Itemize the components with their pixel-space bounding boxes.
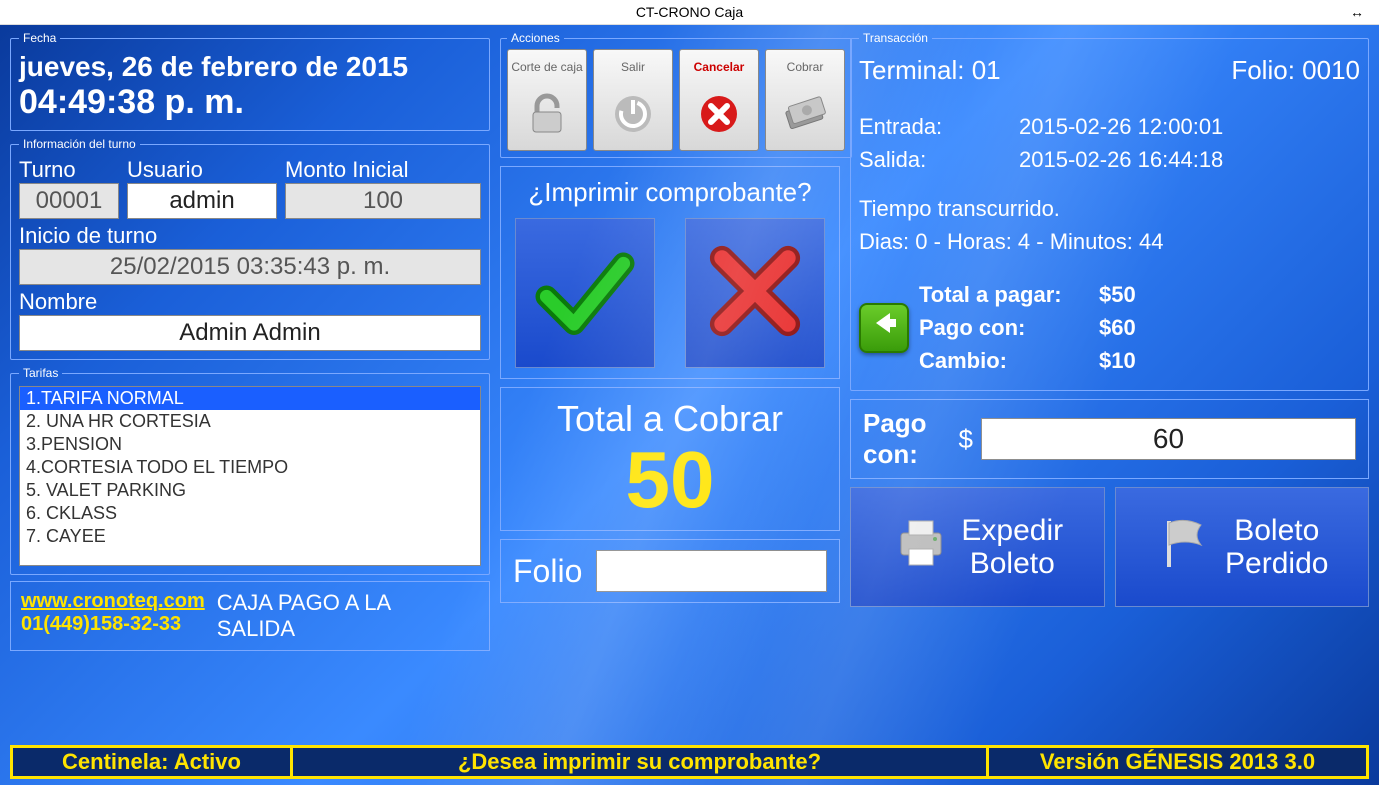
tarifa-item[interactable]: 5. VALET PARKING xyxy=(20,479,480,502)
total-panel: Total a Cobrar 50 xyxy=(500,387,840,531)
pago-currency: $ xyxy=(959,424,973,455)
boleto-perdido-button[interactable]: BoletoPerdido xyxy=(1115,487,1370,607)
pago-label: Pago con: xyxy=(863,408,951,470)
tarifas-panel: Tarifas 1.TARIFA NORMAL2. UNA HR CORTESI… xyxy=(10,366,490,575)
folio-input[interactable] xyxy=(596,550,827,592)
nombre-value: Admin Admin xyxy=(19,315,481,351)
pago-input[interactable] xyxy=(981,418,1356,460)
cross-icon xyxy=(700,236,810,351)
confirm-no-button[interactable] xyxy=(685,218,825,368)
expedir-label: ExpedirBoleto xyxy=(961,514,1063,580)
turno-label: Turno xyxy=(19,157,119,183)
monto-label: Monto Inicial xyxy=(285,157,481,183)
transaccion-panel: Transacción Terminal: 01 Folio: 0010 Ent… xyxy=(850,31,1369,391)
cobrar-label: Cobrar xyxy=(787,54,824,82)
status-left: Centinela: Activo xyxy=(13,748,293,776)
turno-value: 00001 xyxy=(19,183,119,219)
window-titlebar: CT-CRONO Caja ↔ xyxy=(0,0,1379,25)
terminal-value: 01 xyxy=(972,55,1001,85)
monto-value: 100 xyxy=(285,183,481,219)
turno-legend: Información del turno xyxy=(19,137,140,151)
tarifa-item[interactable]: 2. UNA HR CORTESIA xyxy=(20,410,480,433)
inicio-label: Inicio de turno xyxy=(19,223,481,249)
confirm-yes-button[interactable] xyxy=(515,218,655,368)
total-title: Total a Cobrar xyxy=(511,398,829,440)
print-confirm-title: ¿Imprimir comprobante? xyxy=(528,177,811,208)
pago-panel: Pago con: $ xyxy=(850,399,1369,479)
perdido-label: BoletoPerdido xyxy=(1225,514,1328,580)
folio-trans-value: 0010 xyxy=(1302,55,1360,85)
status-center: ¿Desea imprimir su comprobante? xyxy=(293,748,986,776)
tarifa-item[interactable]: 6. CKLASS xyxy=(20,502,480,525)
acciones-legend: Acciones xyxy=(507,31,564,45)
print-confirm-panel: ¿Imprimir comprobante? xyxy=(500,166,840,379)
totalpagar-value: $50 xyxy=(1099,278,1179,311)
contact-mode: CAJA PAGO A LA SALIDA xyxy=(217,590,437,642)
tarifa-item[interactable]: 3.PENSION xyxy=(20,433,480,456)
tarifa-item[interactable]: 1.TARIFA NORMAL xyxy=(20,387,480,410)
tarifa-item[interactable]: 4.CORTESIA TODO EL TIEMPO xyxy=(20,456,480,479)
flag-icon xyxy=(1155,513,1215,581)
power-icon xyxy=(611,82,655,146)
corte-caja-button[interactable]: Corte de caja xyxy=(507,49,587,151)
turno-panel: Información del turno Turno 00001 Usuari… xyxy=(10,137,490,360)
entrada-label: Entrada: xyxy=(859,110,1019,143)
folio-label: Folio xyxy=(513,553,582,590)
money-icon xyxy=(781,82,829,146)
printer-icon xyxy=(891,513,951,581)
fecha-legend: Fecha xyxy=(19,31,60,45)
total-value: 50 xyxy=(511,440,829,520)
terminal-label: Terminal: xyxy=(859,55,964,85)
contact-tel: 01(449)158-32-33 xyxy=(21,613,205,636)
folio-trans-label: Folio: xyxy=(1231,55,1295,85)
tarifas-list[interactable]: 1.TARIFA NORMAL2. UNA HR CORTESIA3.PENSI… xyxy=(19,386,481,566)
inicio-value: 25/02/2015 03:35:43 p. m. xyxy=(19,249,481,285)
acciones-panel: Acciones Corte de caja Salir xyxy=(500,31,852,158)
usuario-label: Usuario xyxy=(127,157,277,183)
cancelar-button[interactable]: Cancelar xyxy=(679,49,759,151)
transaccion-legend: Transacción xyxy=(859,31,932,45)
window-title: CT-CRONO Caja xyxy=(636,4,743,20)
entrada-value: 2015-02-26 12:00:01 xyxy=(1019,110,1223,143)
totalpagar-label: Total a pagar: xyxy=(919,278,1099,311)
cambio-value: $10 xyxy=(1099,344,1179,377)
corte-caja-label: Corte de caja xyxy=(511,54,582,82)
folio-panel: Folio xyxy=(500,539,840,603)
contact-url[interactable]: www.cronoteq.com xyxy=(21,590,205,613)
salir-label: Salir xyxy=(621,54,645,82)
date-text: jueves, 26 de febrero de 2015 xyxy=(19,51,481,83)
tarifa-item[interactable]: 7. CAYEE xyxy=(20,525,480,548)
tiempo-label: Tiempo transcurrido. xyxy=(859,192,1360,225)
cancel-icon xyxy=(697,82,741,146)
cobrar-button[interactable]: Cobrar xyxy=(765,49,845,151)
check-icon xyxy=(530,236,640,351)
nombre-label: Nombre xyxy=(19,289,481,315)
pagocon-value: $60 xyxy=(1099,311,1179,344)
salir-button[interactable]: Salir xyxy=(593,49,673,151)
salida-value: 2015-02-26 16:44:18 xyxy=(1019,143,1223,176)
padlock-icon xyxy=(525,82,569,146)
arrow-left-icon xyxy=(868,307,900,348)
expedir-boleto-button[interactable]: ExpedirBoleto xyxy=(850,487,1105,607)
usuario-value: admin xyxy=(127,183,277,219)
back-button[interactable] xyxy=(859,303,909,353)
tiempo-value: Dias: 0 - Horas: 4 - Minutos: 44 xyxy=(859,225,1360,258)
time-text: 04:49:38 p. m. xyxy=(19,83,481,122)
status-right: Versión GÉNESIS 2013 3.0 xyxy=(986,748,1366,776)
resize-icon[interactable]: ↔ xyxy=(1350,0,1364,25)
tarifas-legend: Tarifas xyxy=(19,366,62,380)
cancelar-label: Cancelar xyxy=(694,54,745,82)
salida-label: Salida: xyxy=(859,143,1019,176)
status-bar: Centinela: Activo ¿Desea imprimir su com… xyxy=(10,745,1369,779)
cambio-label: Cambio: xyxy=(919,344,1099,377)
pagocon-label: Pago con: xyxy=(919,311,1099,344)
fecha-panel: Fecha jueves, 26 de febrero de 2015 04:4… xyxy=(10,31,490,131)
contact-panel: www.cronoteq.com 01(449)158-32-33 CAJA P… xyxy=(10,581,490,651)
